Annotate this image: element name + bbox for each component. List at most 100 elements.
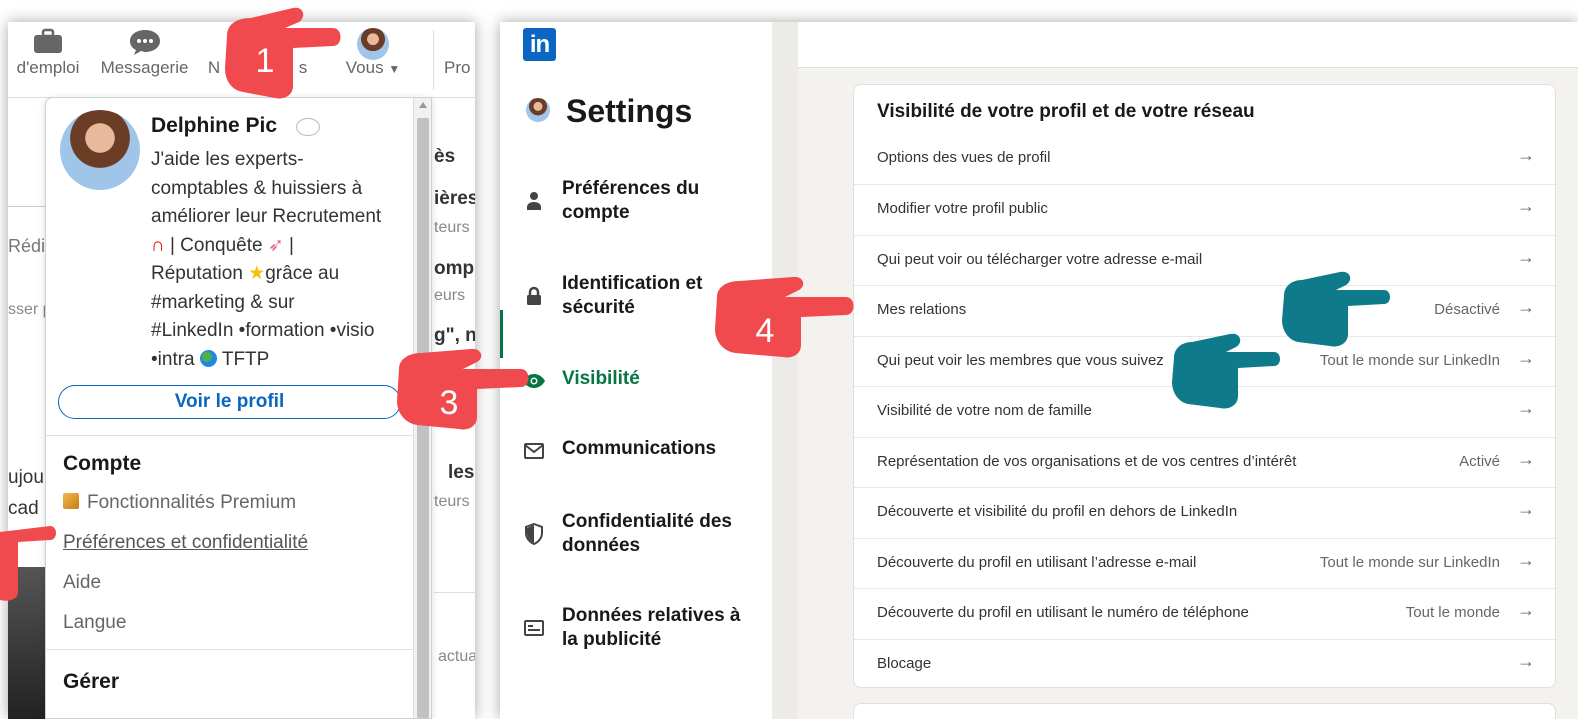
sidebar-item-label: Confidentialité des données (562, 511, 732, 556)
nav-label: d'emploi (16, 58, 80, 77)
nav-jobs[interactable]: d'emploi (8, 22, 88, 98)
magnet-icon: ∩ (151, 234, 165, 256)
settings-avatar (526, 98, 550, 122)
row-label: Découverte du profil en utilisant le num… (877, 604, 1249, 621)
row-label: Mes relations (877, 301, 967, 318)
arrow-right-icon: → (1517, 651, 1535, 671)
menu-item-help[interactable]: Aide (63, 572, 101, 594)
row-value: Tout le monde sur LinkedIn (1319, 352, 1500, 369)
row-label: Qui peut voir ou télécharger votre adres… (877, 251, 1203, 268)
feed-fragment: ujou (8, 467, 44, 488)
sidebar-item-data-privacy[interactable]: Confidentialité des données (500, 510, 772, 558)
headline-text: Réputation (151, 263, 243, 284)
next-settings-card (853, 703, 1556, 719)
headline-line: J'aide les experts- (151, 149, 304, 170)
feed-fragment: cad (8, 498, 39, 519)
setting-row-public-profile[interactable]: Modifier votre profil public → (854, 184, 1555, 234)
premium-icon (63, 493, 79, 509)
sidebar-item-label: Visibilité (562, 368, 640, 389)
feed-fragment: g", no (434, 325, 475, 346)
header-divider (798, 67, 1578, 68)
step-number: 4 (756, 312, 775, 350)
nav-pro[interactable]: Pro (444, 22, 475, 98)
sidebar-item-advertising-data[interactable]: Données relatives à la publicité (500, 604, 772, 652)
row-value: Tout le monde (1405, 604, 1500, 621)
nav-label: Vous ▼ (338, 58, 408, 78)
profile-avatar[interactable] (60, 110, 140, 190)
view-profile-button[interactable]: Voir le profil (58, 385, 401, 419)
step-number: 1 (256, 42, 275, 80)
headline-text: grâce au (265, 263, 340, 284)
briefcase-icon (34, 28, 62, 53)
divider (46, 435, 415, 436)
arrow-right-icon: → (1517, 297, 1535, 317)
account-section-title: Compte (63, 452, 142, 475)
sidebar-item-account-preferences[interactable]: Préférences du compte (500, 177, 772, 225)
nav-label: Messagerie (100, 58, 189, 77)
headline-line: ∩ | Conquête ➶ | (151, 232, 411, 261)
settings-sidebar: Settings Préférences du compte Identific… (500, 67, 772, 719)
ad-icon (524, 620, 544, 636)
profile-name: Delphine Pic (151, 114, 278, 137)
setting-row-off-linkedin[interactable]: Découverte et visibilité du profil en de… (854, 487, 1555, 537)
menu-item-premium[interactable]: Fonctionnalités Premium (63, 492, 296, 514)
menu-item-label: Fonctionnalités Premium (87, 492, 297, 513)
row-label: Visibilité de votre nom de famille (877, 402, 1092, 419)
setting-row-discover-email[interactable]: Découverte du profil en utilisant l’adre… (854, 538, 1555, 588)
feed-fragment: ès (434, 146, 456, 167)
setting-row-organizations[interactable]: Représentation de vos organisations et d… (854, 437, 1555, 487)
headline-line: améliorer leur Recrutement (151, 206, 382, 227)
nav-me[interactable]: Vous ▼ (338, 22, 408, 98)
teal-pointing-hand-icon (1172, 333, 1280, 409)
nav-me-label: Vous (345, 58, 384, 77)
menu-item-preferences-privacy[interactable]: Préférences et confidentialité (63, 532, 308, 554)
headline-text: | Conquête (169, 234, 263, 256)
setting-row-blocking[interactable]: Blocage → (854, 639, 1555, 689)
settings-header: in (500, 22, 1578, 67)
nav-divider (433, 30, 434, 90)
setting-row-email-visibility[interactable]: Qui peut voir ou télécharger votre adres… (854, 235, 1555, 285)
row-label: Modifier votre profil public (877, 200, 1048, 217)
linkedin-logo[interactable]: in (523, 28, 556, 61)
person-icon (527, 192, 541, 210)
feed-fragment: teurs (434, 219, 470, 236)
sidebar-item-label: Données relatives à la publicité (562, 605, 741, 650)
pointing-hand-2-partial-icon (0, 526, 56, 601)
arrow-right-icon: → (1517, 499, 1535, 519)
menu-item-language[interactable]: Langue (63, 612, 126, 634)
pointing-hand-4-icon: 4 (715, 276, 854, 358)
headline-line: comptables & huissiers à (151, 177, 363, 199)
pointing-hand-3-icon: 3 (397, 348, 529, 430)
arrow-right-icon: → (1517, 348, 1535, 368)
setting-row-discover-phone[interactable]: Découverte du profil en utilisant le num… (854, 588, 1555, 638)
envelope-icon (524, 443, 544, 459)
sidebar-item-communications[interactable]: Communications (500, 437, 772, 465)
feed-fragment: ières (434, 188, 475, 209)
feed-divider (434, 592, 475, 593)
headline-line: #LinkedIn •formation •visio (151, 320, 375, 341)
row-value: Tout le monde sur LinkedIn (1319, 554, 1500, 571)
pointing-hand-1-icon: 1 (225, 7, 341, 99)
headline-text: •intra (151, 348, 195, 370)
setting-row-connections[interactable]: Mes relations Désactivé → (854, 285, 1555, 335)
row-value: Désactivé (1434, 301, 1500, 318)
feed-fragment: ompl (434, 258, 475, 279)
sidebar-item-visibility[interactable]: Visibilité (500, 367, 772, 395)
headline-line: #marketing & sur (151, 291, 295, 313)
lock-icon (527, 286, 541, 305)
speech-bubble-icon (296, 118, 320, 136)
row-value: Activé (1459, 453, 1500, 470)
row-label: Options des vues de profil (877, 149, 1051, 166)
me-dropdown-menu: Delphine Pic J'aide les experts- comptab… (45, 97, 432, 719)
headline-line: Réputation ★grâce au (151, 260, 411, 289)
row-label: Découverte et visibilité du profil en de… (877, 503, 1238, 520)
caret-down-icon: ▼ (388, 62, 401, 76)
row-label: Représentation de vos organisations et d… (877, 453, 1297, 470)
globe-icon (199, 349, 217, 367)
sidebar-item-label: Communications (562, 438, 717, 459)
star-icon: ★ (248, 263, 266, 284)
divider (46, 649, 415, 650)
nav-messaging[interactable]: Messagerie (92, 22, 197, 98)
setting-row-profile-viewing[interactable]: Options des vues de profil → (854, 134, 1555, 184)
scroll-up-icon[interactable] (419, 102, 427, 108)
